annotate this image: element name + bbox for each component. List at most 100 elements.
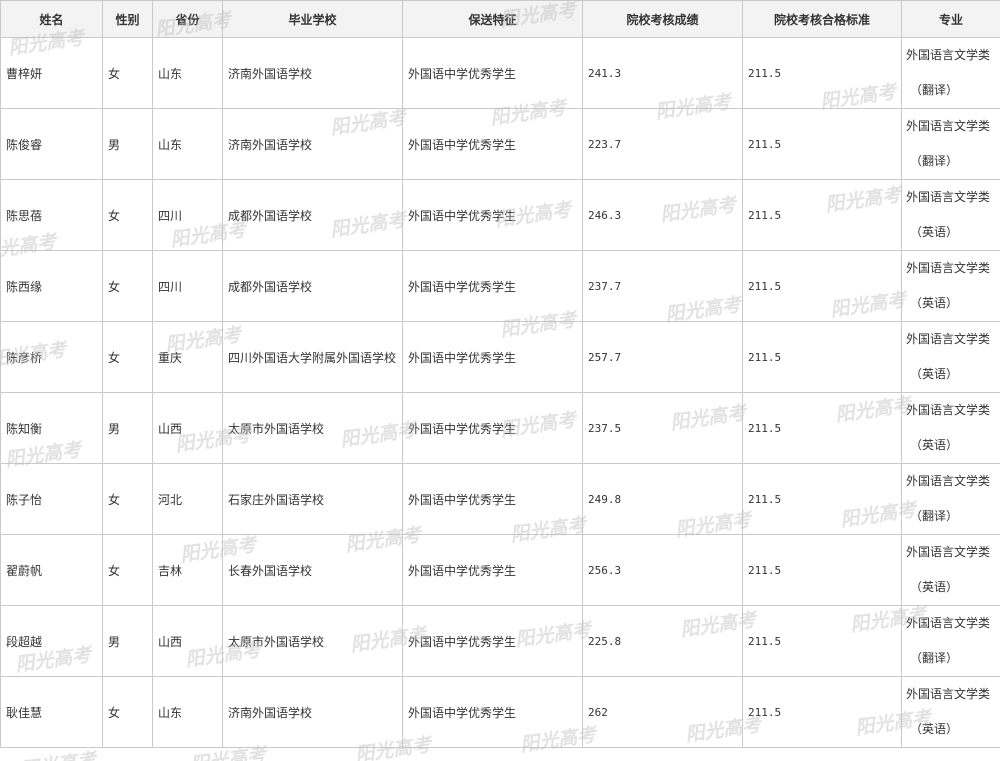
major-track: （英语） <box>910 367 959 381</box>
admission-table: 姓名 性别 省份 毕业学校 保送特征 院校考核成绩 院校考核合格标准 专业 曹梓… <box>0 0 1000 748</box>
cell-score: 237.7 <box>582 250 743 322</box>
table-row: 翟蔚帆女吉林 长春外国语学校 外国语中学优秀学生 256.3 211.5 外国语言文学类 （… <box>0 534 1000 606</box>
cell-standard: 211.5 <box>742 676 902 748</box>
major-track: （英语） <box>910 722 959 736</box>
cell-gender: 女 <box>102 676 153 748</box>
table-row: 陈思蓓女四川 成都外国语学校 外国语中学优秀学生 246.3 211.5 外国语言文学类 （… <box>0 179 1000 251</box>
cell-standard: 211.5 <box>742 250 902 322</box>
cell-province: 吉林 <box>152 534 223 606</box>
cell-province: 四川 <box>152 250 223 322</box>
table-row: 陈子怡女河北 石家庄外国语学校 外国语中学优秀学生 249.8 211.5 外国语言文学类… <box>0 463 1000 535</box>
cell-score: 237.5 <box>582 392 743 464</box>
cell-score: 246.3 <box>582 179 743 251</box>
cell-standard: 211.5 <box>742 37 902 109</box>
major-category: 外国语言文学类 <box>906 545 991 559</box>
cell-feature: 外国语中学优秀学生 <box>402 37 583 109</box>
cell-standard: 211.5 <box>742 392 902 464</box>
cell-province: 山东 <box>152 37 223 109</box>
cell-school: 太原市外国语学校 <box>222 392 403 464</box>
major-category: 外国语言文学类 <box>906 687 991 701</box>
cell-province: 河北 <box>152 463 223 535</box>
header-gender: 性别 <box>102 0 153 38</box>
table-body: 曹梓妍女山东 济南外国语学校 外国语中学优秀学生 241.3 211.5 外国语言文学类（… <box>0 37 1000 748</box>
major-category: 外国语言文学类 <box>906 403 991 417</box>
cell-province: 重庆 <box>152 321 223 393</box>
cell-school: 成都外国语学校 <box>222 179 403 251</box>
cell-name: 陈知衡 <box>0 392 103 464</box>
table-row: 陈俊睿男山东 济南外国语学校 外国语中学优秀学生 223.7 211.5 外国语言文学类 （… <box>0 108 1000 180</box>
major-category: 外国语言文学类 <box>906 119 991 133</box>
cell-major: 外国语言文学类 （翻译） <box>901 463 1000 535</box>
major-track: （英语） <box>910 225 959 239</box>
cell-standard: 211.5 <box>742 321 902 393</box>
cell-province: 山东 <box>152 676 223 748</box>
cell-major: 外国语言文学类 （英语） <box>901 676 1000 748</box>
major-track: （翻译） <box>910 83 959 97</box>
cell-feature: 外国语中学优秀学生 <box>402 463 583 535</box>
major-category: 外国语言文学类 <box>906 48 991 62</box>
cell-name: 曹梓妍 <box>0 37 103 109</box>
cell-gender: 男 <box>102 108 153 180</box>
cell-gender: 男 <box>102 605 153 677</box>
header-name: 姓名 <box>0 0 103 38</box>
cell-major: 外国语言文学类 （英语） <box>901 534 1000 606</box>
cell-feature: 外国语中学优秀学生 <box>402 108 583 180</box>
cell-province: 山西 <box>152 605 223 677</box>
table-row: 陈彦桥女重庆 四川外国语大学附属外国语学校 外国语中学优秀学生 257.7 211.5 外… <box>0 321 1000 393</box>
major-category: 外国语言文学类 <box>906 474 991 488</box>
cell-score: 249.8 <box>582 463 743 535</box>
header-province: 省份 <box>152 0 223 38</box>
cell-score: 241.3 <box>582 37 743 109</box>
header-major: 专业 <box>901 0 1000 38</box>
cell-school: 济南外国语学校 <box>222 676 403 748</box>
cell-province: 山东 <box>152 108 223 180</box>
table-row: 陈知衡男山西 太原市外国语学校 外国语中学优秀学生 237.5 211.5 外国语言文学类… <box>0 392 1000 464</box>
major-track: （英语） <box>910 580 959 594</box>
cell-score: 257.7 <box>582 321 743 393</box>
cell-feature: 外国语中学优秀学生 <box>402 605 583 677</box>
cell-school: 四川外国语大学附属外国语学校 <box>222 321 403 393</box>
cell-name: 陈彦桥 <box>0 321 103 393</box>
cell-score: 223.7 <box>582 108 743 180</box>
cell-school: 济南外国语学校 <box>222 37 403 109</box>
cell-major: 外国语言文学类 （翻译） <box>901 605 1000 677</box>
cell-gender: 女 <box>102 179 153 251</box>
cell-school: 济南外国语学校 <box>222 108 403 180</box>
cell-school: 长春外国语学校 <box>222 534 403 606</box>
cell-name: 陈子怡 <box>0 463 103 535</box>
cell-score: 225.8 <box>582 605 743 677</box>
cell-gender: 女 <box>102 250 153 322</box>
table-row: 陈西缘女四川 成都外国语学校 外国语中学优秀学生 237.7 211.5 外国语言文学类 （… <box>0 250 1000 322</box>
header-score: 院校考核成绩 <box>582 0 743 38</box>
cell-name: 陈俊睿 <box>0 108 103 180</box>
cell-gender: 女 <box>102 321 153 393</box>
cell-standard: 211.5 <box>742 605 902 677</box>
table-row: 段超越男山西 太原市外国语学校 外国语中学优秀学生 225.8 211.5 外国语言文学类… <box>0 605 1000 677</box>
table-row: 曹梓妍女山东 济南外国语学校 外国语中学优秀学生 241.3 211.5 外国语言文学类 （… <box>0 37 1000 109</box>
cell-province: 四川 <box>152 179 223 251</box>
cell-major: 外国语言文学类 （翻译） <box>901 108 1000 180</box>
cell-province: 山西 <box>152 392 223 464</box>
cell-name: 陈西缘 <box>0 250 103 322</box>
cell-feature: 外国语中学优秀学生 <box>402 534 583 606</box>
major-track: （翻译） <box>910 509 959 523</box>
cell-major: 外国语言文学类 （英语） <box>901 250 1000 322</box>
cell-feature: 外国语中学优秀学生 <box>402 179 583 251</box>
table-header-row: 姓名 性别 省份 毕业学校 保送特征 院校考核成绩 院校考核合格标准 专业 <box>0 0 1000 38</box>
cell-feature: 外国语中学优秀学生 <box>402 321 583 393</box>
cell-name: 耿佳慧 <box>0 676 103 748</box>
cell-name: 陈思蓓 <box>0 179 103 251</box>
header-feature: 保送特征 <box>402 0 583 38</box>
major-track: （英语） <box>910 438 959 452</box>
cell-school: 成都外国语学校 <box>222 250 403 322</box>
major-track: （英语） <box>910 296 959 310</box>
cell-score: 256.3 <box>582 534 743 606</box>
header-school: 毕业学校 <box>222 0 403 38</box>
admission-list: 姓名 性别 省份 毕业学校 保送特征 院校考核成绩 院校考核合格标准 专业 曹梓… <box>0 0 1000 748</box>
cell-name: 段超越 <box>0 605 103 677</box>
cell-major: 外国语言文学类 （英语） <box>901 179 1000 251</box>
cell-gender: 女 <box>102 37 153 109</box>
cell-feature: 外国语中学优秀学生 <box>402 250 583 322</box>
major-track: （翻译） <box>910 651 959 665</box>
major-category: 外国语言文学类 <box>906 332 991 346</box>
